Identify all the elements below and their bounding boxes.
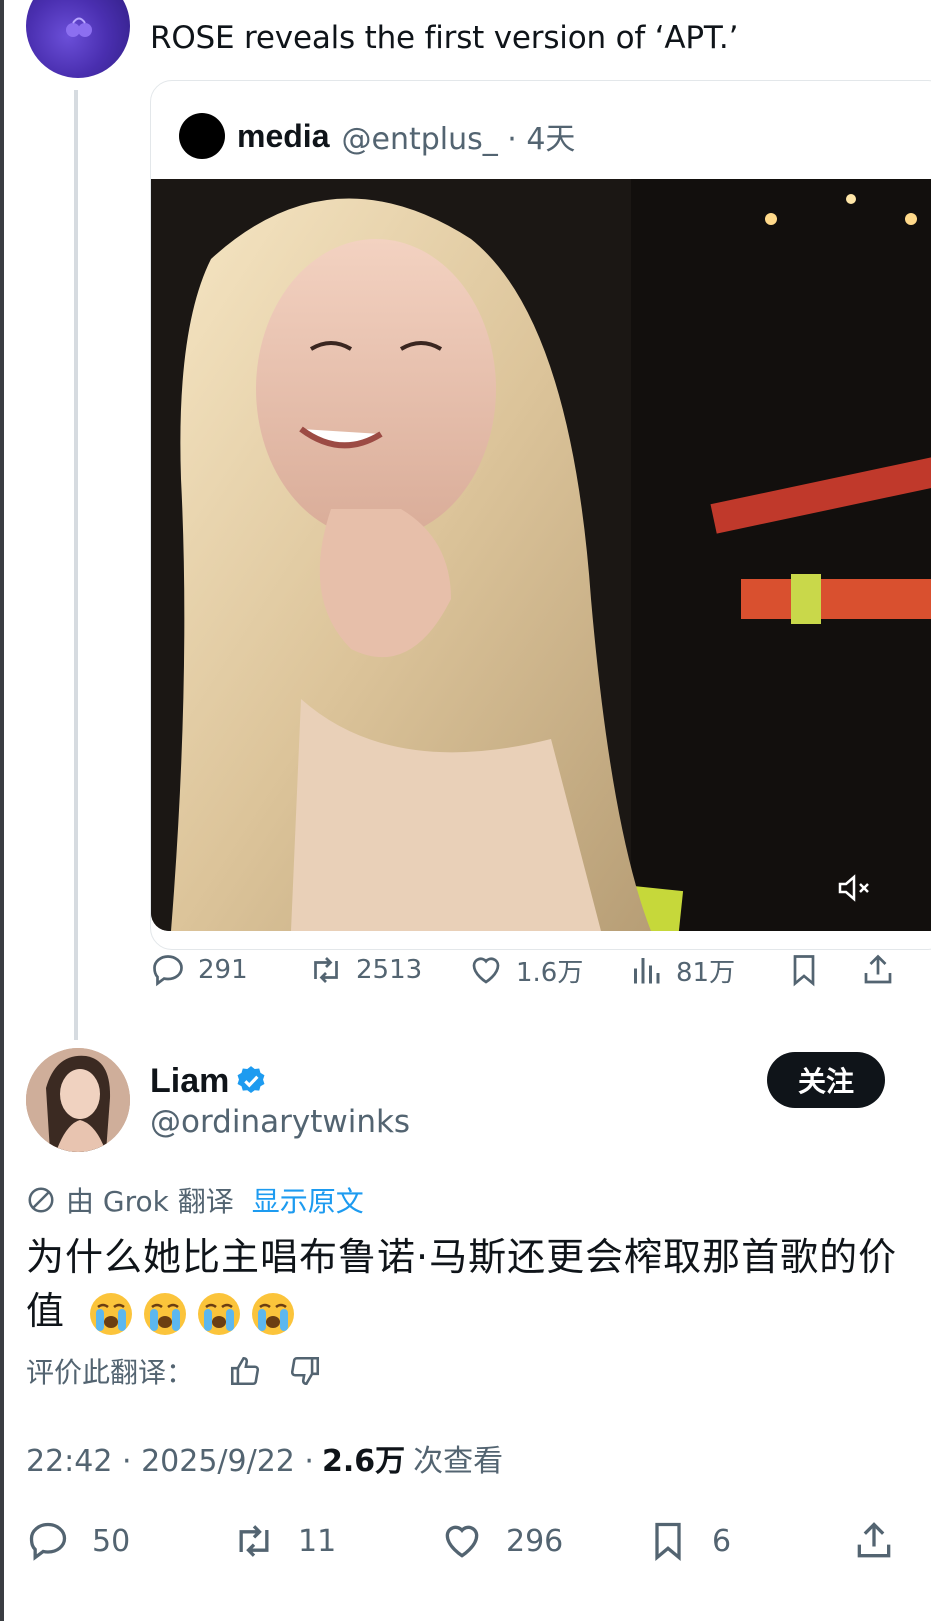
thumbs-up-icon[interactable]: [228, 1354, 262, 1388]
views-count: 2.6万: [321, 1444, 406, 1479]
reply-count: 50: [92, 1523, 131, 1559]
bookmark-button[interactable]: 6: [646, 1518, 731, 1564]
quoted-tweet-card[interactable]: media @entplus_ · 4天: [150, 80, 931, 950]
quoted-avatar[interactable]: [179, 113, 225, 159]
window-edge: [0, 0, 4, 1621]
parent-avatar[interactable]: [26, 0, 130, 78]
share-icon: [864, 954, 892, 984]
quoted-handle-time: @entplus_ · 4天: [341, 122, 576, 157]
thread-line: [74, 90, 78, 1040]
follow-button[interactable]: 关注: [767, 1052, 885, 1108]
retweet-icon: [314, 957, 338, 983]
views-label: 次查看: [413, 1444, 504, 1479]
loudly-crying-face-icon: [198, 1292, 241, 1335]
share-icon: [857, 1522, 891, 1558]
quoted-like-button[interactable]: 1.6万: [468, 950, 583, 990]
reply-avatar[interactable]: [26, 1048, 130, 1152]
retweet-icon: [239, 1525, 269, 1557]
reply-button[interactable]: 50: [26, 1518, 130, 1564]
quoted-bookmark-button[interactable]: [786, 950, 834, 990]
crying-emojis: [88, 1291, 296, 1337]
quoted-like-count: 1.6万: [516, 957, 584, 988]
show-original-link[interactable]: 显示原文: [252, 1180, 364, 1220]
rate-translation-label: 评价此翻译：: [26, 1356, 195, 1389]
quoted-retweet-count: 2513: [356, 955, 423, 985]
loudly-crying-face-icon: [144, 1292, 187, 1335]
avatar-photo: [26, 1048, 130, 1152]
quoted-reply-count: 291: [198, 955, 248, 985]
quoted-share-button[interactable]: [860, 950, 908, 990]
tweet-meta: 22:42 · 2025/9/22 · 2.6万 次查看: [26, 1436, 503, 1480]
quoted-retweet-button[interactable]: 2513: [308, 950, 422, 990]
translated-by-label: 由 Grok 翻译: [66, 1185, 234, 1218]
analytics-icon: [634, 958, 660, 984]
thumbs-down-icon[interactable]: [288, 1354, 322, 1388]
bookmark-icon: [793, 955, 815, 987]
timestamp[interactable]: 22:42 · 2025/9/22 ·: [26, 1444, 314, 1479]
like-button[interactable]: 296: [440, 1518, 563, 1564]
grok-icon: [28, 1187, 54, 1213]
quoted-views-button[interactable]: 81万: [628, 950, 735, 990]
heart-icon: [472, 957, 500, 984]
quoted-video[interactable]: [151, 179, 931, 931]
reply-handle[interactable]: @ordinarytwinks: [150, 1104, 410, 1140]
reply-icon: [153, 955, 183, 987]
bookmark-count: 6: [712, 1523, 732, 1559]
rate-translation: 评价此翻译：: [26, 1350, 322, 1392]
reply-name[interactable]: Liam: [150, 1062, 229, 1101]
quoted-name[interactable]: media: [237, 118, 329, 155]
verified-badge-icon: [237, 1066, 265, 1094]
cherry-icon: [66, 17, 92, 37]
parent-tweet-text: ROSE reveals the first version of ‘APT.’: [150, 20, 739, 56]
share-button[interactable]: [852, 1518, 918, 1564]
retweet-button[interactable]: 11: [232, 1518, 336, 1564]
retweet-count: 11: [298, 1523, 337, 1559]
video-frame: [151, 179, 931, 931]
loudly-crying-face-icon: [90, 1292, 133, 1335]
mute-icon[interactable]: [837, 873, 871, 903]
like-count: 296: [506, 1523, 564, 1559]
quoted-tweet-header: media @entplus_ · 4天: [179, 111, 575, 161]
reply-tweet-text: 为什么她比主唱布鲁诺·马斯还更会榨取那首歌的价值: [26, 1230, 906, 1338]
quoted-reply-button[interactable]: 291: [150, 950, 248, 990]
bookmark-icon: [655, 1522, 681, 1562]
loudly-crying-face-icon: [252, 1292, 295, 1335]
reply-icon: [29, 1522, 67, 1561]
quoted-views-count: 81万: [676, 957, 736, 988]
translation-notice: 由 Grok 翻译 显示原文: [26, 1180, 364, 1220]
heart-icon: [445, 1525, 479, 1558]
